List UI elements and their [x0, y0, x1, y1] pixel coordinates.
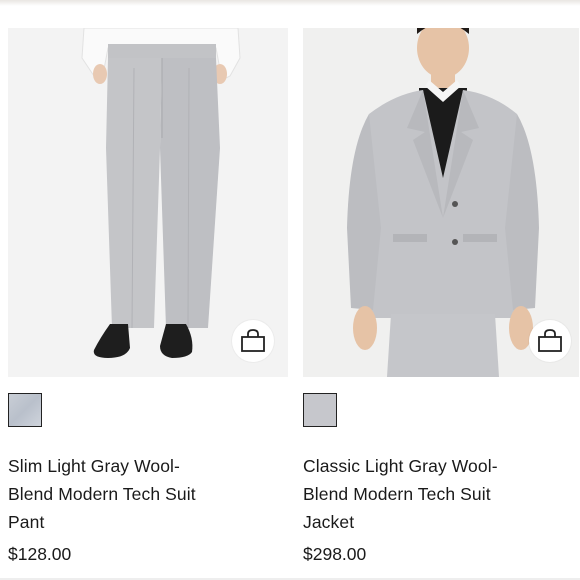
- product-price: $128.00: [8, 544, 72, 564]
- product-title[interactable]: Slim Light Gray Wool-Blend Modern Tech S…: [8, 452, 223, 536]
- product-title[interactable]: Classic Light Gray Wool-Blend Modern Tec…: [303, 452, 498, 536]
- product-image[interactable]: [8, 28, 288, 377]
- shopping-bag-icon: [241, 329, 265, 352]
- add-to-bag-button[interactable]: [529, 320, 571, 362]
- product-grid: Slim Light Gray Wool-Blend Modern Tech S…: [0, 0, 580, 580]
- color-swatch[interactable]: [303, 393, 337, 427]
- product-image[interactable]: [303, 28, 579, 377]
- add-to-bag-button[interactable]: [232, 320, 274, 362]
- product-price: $298.00: [303, 544, 367, 564]
- shopping-bag-icon: [538, 329, 562, 352]
- color-swatch[interactable]: [8, 393, 42, 427]
- product-card[interactable]: Slim Light Gray Wool-Blend Modern Tech S…: [8, 28, 288, 564]
- product-card[interactable]: Classic Light Gray Wool-Blend Modern Tec…: [303, 28, 579, 564]
- top-divider: [0, 0, 580, 6]
